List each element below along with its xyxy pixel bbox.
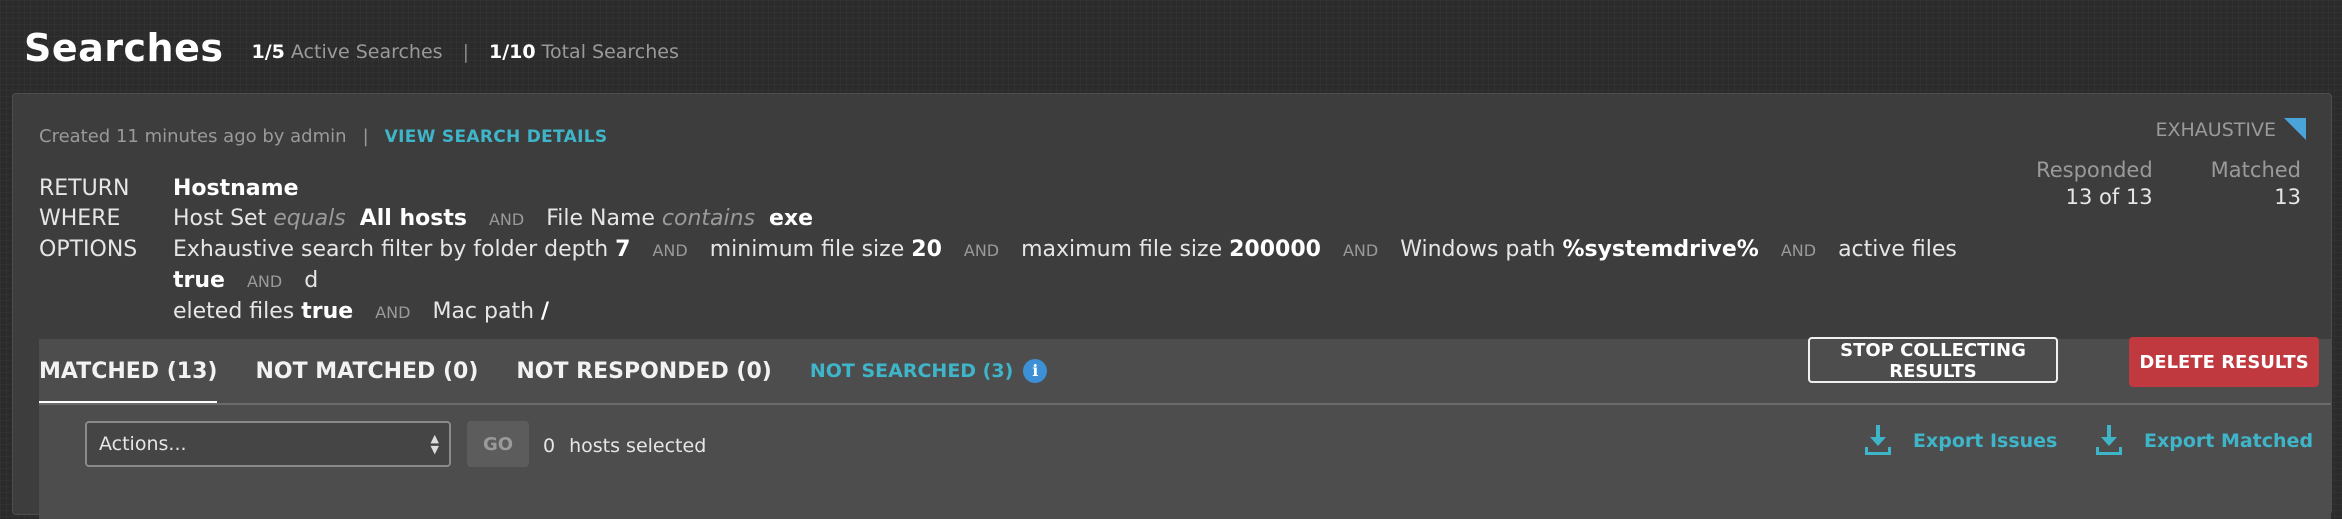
option-value: true [301, 299, 354, 324]
page-title: Searches [24, 26, 224, 70]
where-clause: Host Set equals All hosts AND File Name co… [173, 204, 2053, 235]
responded-value: 13 of 13 [2065, 185, 2153, 209]
where-value-2: exe [769, 206, 814, 231]
export-issues-link[interactable]: Export Issues [1865, 425, 2057, 457]
where-field-2: File Name [546, 206, 655, 231]
return-key: RETURN [39, 176, 130, 201]
go-button[interactable]: GO [467, 421, 529, 467]
option-value: 200000 [1229, 237, 1321, 262]
search-mode-label: EXHAUSTIVE [2155, 119, 2277, 141]
and-operator: AND [963, 241, 1000, 260]
option-text: Mac path [432, 299, 535, 324]
responded-label: Responded [2036, 158, 2153, 182]
query-return-row: RETURN Hostname [39, 174, 2053, 204]
query-where-row: WHERE Host Set equals All hosts AND File N… [39, 204, 2053, 235]
corner-flag-icon [2284, 118, 2306, 140]
and-operator: AND [1342, 241, 1379, 260]
where-key: WHERE [39, 206, 121, 231]
page-header: Searches 1/5 Active Searches | 1/10 Tota… [24, 18, 679, 78]
and-operator: AND [652, 241, 688, 260]
responded-stat: Responded 13 of 13 [2036, 158, 2153, 209]
return-value: Hostname [173, 176, 299, 201]
option-value: 20 [911, 237, 942, 262]
results-toolbar: Actions... ▲ ▼ GO 0 hosts selected Export … [39, 405, 2331, 519]
and-operator: AND [246, 272, 283, 291]
option-text: Exhaustive search filter by folder depth [173, 237, 609, 262]
results-panel: MATCHED (13) NOT MATCHED (0) NOT RESPOND… [39, 337, 2331, 519]
option-text: maximum file size [1021, 237, 1223, 262]
select-arrows-icon: ▲ ▼ [430, 432, 439, 456]
search-query: RETURN Hostname WHERE Host Set equals Al… [39, 174, 2053, 328]
search-card: Created 11 minutes ago by admin | VIEW S… [12, 93, 2332, 519]
active-count: 1/5 [251, 41, 285, 63]
option-value: 7 [615, 237, 631, 262]
matched-value: 13 [2274, 185, 2301, 209]
matched-label: Matched [2210, 158, 2301, 182]
option-value: true [173, 268, 225, 293]
option-value: / [541, 299, 550, 324]
option-text: d [304, 268, 319, 293]
export-matched-link[interactable]: Export Matched [2096, 425, 2313, 457]
option-text: minimum file size [709, 237, 905, 262]
query-options-row: OPTIONS Exhaustive search filter by fold… [39, 235, 2053, 328]
download-icon [1865, 425, 1891, 457]
option-value: %systemdrive% [1562, 237, 1759, 262]
hosts-selected: 0 hosts selected [543, 435, 706, 457]
created-info: Created 11 minutes ago by admin [39, 126, 347, 147]
export-issues-label: Export Issues [1913, 430, 2058, 452]
actions-selected-value: Actions... [99, 433, 187, 455]
tab-not-searched-label: NOT SEARCHED (3) [809, 360, 1014, 382]
tab-matched[interactable]: MATCHED (13) [39, 339, 218, 405]
search-mode-badge: EXHAUSTIVE [2155, 118, 2306, 141]
stop-collecting-button[interactable]: STOP COLLECTING RESULTS [1808, 337, 2058, 383]
stats-separator: | [462, 41, 469, 63]
meta-separator: | [362, 126, 369, 147]
matched-stat: Matched 13 [2211, 158, 2301, 209]
selected-label: hosts selected [569, 435, 707, 457]
tab-not-responded[interactable]: NOT RESPONDED (0) [516, 339, 771, 403]
and-operator: AND [1780, 241, 1817, 260]
and-operator: AND [375, 303, 411, 322]
view-search-details-link[interactable]: VIEW SEARCH DETAILS [385, 127, 608, 147]
total-count: 1/10 [488, 41, 536, 63]
active-label: Active Searches [290, 41, 443, 63]
option-text: Windows path [1400, 237, 1556, 262]
export-matched-label: Export Matched [2144, 430, 2314, 452]
options-clause: Exhaustive search filter by folder depth… [173, 235, 2053, 328]
results-tabs: MATCHED (13) NOT MATCHED (0) NOT RESPOND… [39, 339, 1085, 405]
search-stats: 1/5 Active Searches | 1/10 Total Searche… [252, 41, 679, 63]
where-value-1: All hosts [359, 206, 467, 231]
options-key: OPTIONS [39, 237, 138, 262]
selected-count: 0 [543, 435, 556, 457]
response-counts: Responded 13 of 13 Matched 13 [2036, 158, 2301, 209]
total-label: Total Searches [541, 41, 679, 63]
actions-select[interactable]: Actions... ▲ ▼ [85, 421, 451, 467]
tab-not-searched[interactable]: NOT SEARCHED (3) i [809, 339, 1048, 403]
option-text: active files [1838, 237, 1957, 262]
download-icon [2096, 425, 2122, 457]
and-operator: AND [488, 210, 525, 229]
option-text: eleted files [173, 299, 295, 324]
where-operator-1: equals [273, 206, 346, 231]
info-icon[interactable]: i [1023, 359, 1048, 383]
search-meta: Created 11 minutes ago by admin | VIEW S… [39, 126, 607, 147]
where-field-1: Host Set [173, 206, 267, 231]
where-operator-2: contains [661, 206, 756, 231]
tab-not-matched[interactable]: NOT MATCHED (0) [255, 339, 478, 403]
delete-results-button[interactable]: DELETE RESULTS [2129, 337, 2319, 387]
